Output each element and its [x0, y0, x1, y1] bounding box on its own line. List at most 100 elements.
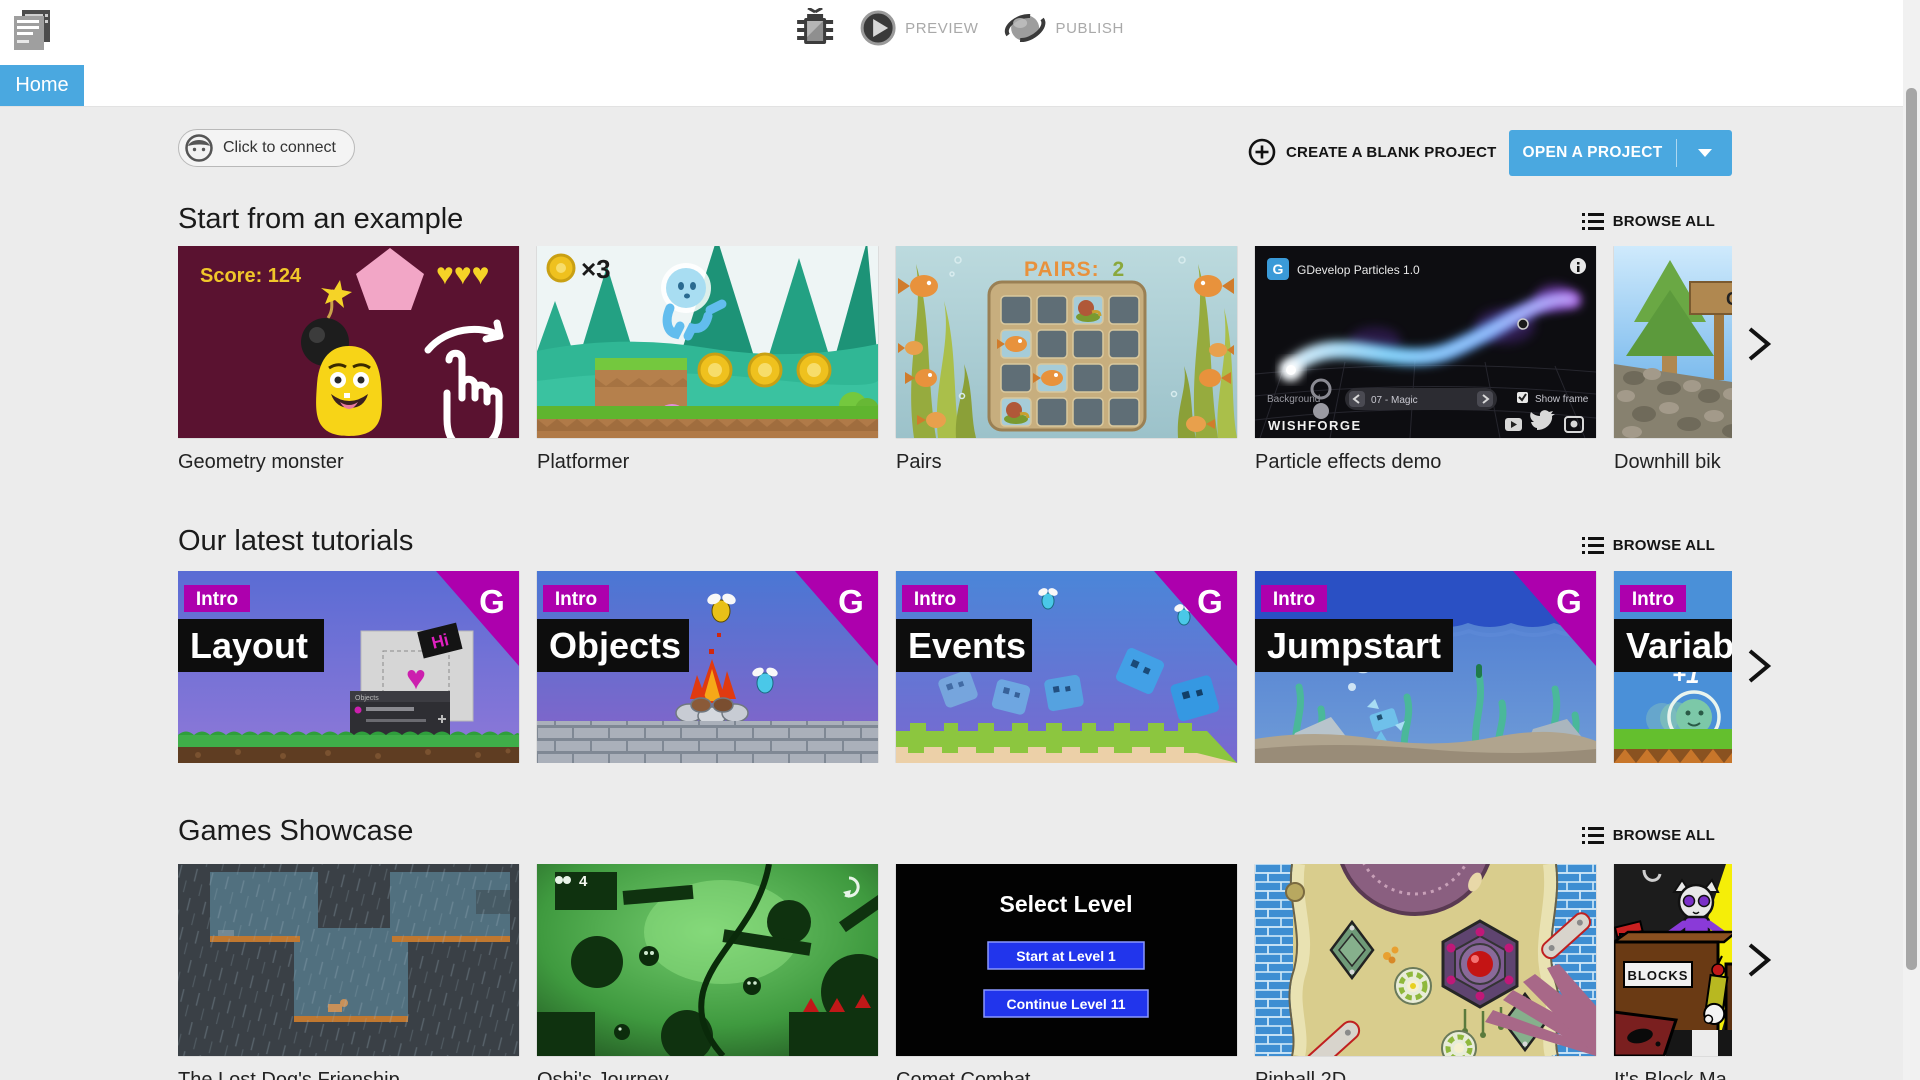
example-card-particle-effects[interactable]: G GDevelop Particles 1.0 Background 07 -…: [1255, 246, 1596, 478]
tutorial-topic: Variab: [1626, 625, 1732, 666]
example-card-downhill-bike[interactable]: G Downhill bik: [1614, 246, 1732, 478]
debug-icon[interactable]: [796, 8, 834, 48]
tutorials-browse-all[interactable]: BROWSE ALL: [1581, 531, 1715, 559]
showcase-browse-all[interactable]: BROWSE ALL: [1581, 821, 1715, 849]
gdevelop-logo-icon: G: [1556, 583, 1582, 620]
tutorial-card-variables[interactable]: +1 Intro Variab: [1614, 571, 1732, 763]
continue-level-button[interactable]: Continue Level 11: [983, 989, 1149, 1018]
vertical-scrollbar-thumb[interactable]: [1906, 88, 1917, 970]
gdevelop-logo-icon: G: [479, 583, 505, 620]
card-thumbnail: ♥ Hi Objects G Intro Layout: [178, 571, 519, 763]
card-thumbnail: +1 Intro Variab: [1614, 571, 1732, 763]
pairs-hud-label: PAIRS:: [1024, 258, 1100, 281]
card-title: Oshi's Journey: [537, 1069, 669, 1080]
tutorials-next-arrow-icon[interactable]: [1742, 647, 1776, 685]
example-card-pairs[interactable]: PAIRS: 2 Pairs: [896, 246, 1237, 478]
select-level-title: Select Level: [1000, 891, 1133, 917]
card-thumbnail: Score: 124 ♥♥♥: [178, 246, 519, 438]
intro-badge: Intro: [555, 589, 597, 610]
showcase-card-lost-dog[interactable]: The Lost Dog's Frienship: [178, 864, 519, 1080]
jumpstart-tutorial-art: G Intro Jumpstart: [1255, 571, 1596, 763]
tab-home-label: Home: [15, 74, 69, 96]
home-content: Click to connect CREATE A BLANK PROJECT …: [0, 107, 1903, 1080]
objects-panel: Objects: [355, 695, 379, 702]
gdevelop-logo-icon: G: [1197, 583, 1223, 620]
gdevelop-logo-icon: G: [838, 583, 864, 620]
bumper: [1441, 1030, 1477, 1056]
tutorial-card-layout[interactable]: ♥ Hi Objects G Intro Layout: [178, 571, 519, 763]
score-text: Score: 124: [200, 265, 302, 287]
project-manager-icon[interactable]: [12, 8, 52, 50]
examples-section-title: Start from an example: [178, 203, 464, 235]
vertical-scrollbar-track[interactable]: [1903, 0, 1920, 1080]
info-icon[interactable]: [1570, 258, 1586, 274]
list-icon: [1581, 536, 1604, 554]
browse-all-label: BROWSE ALL: [1612, 212, 1715, 230]
open-project-dropdown[interactable]: [1677, 130, 1732, 176]
start-level-button[interactable]: Start at Level 1: [987, 941, 1145, 970]
card-title: The Lost Dog's Frienship: [178, 1069, 400, 1080]
pairs-hud-value: 2: [1112, 258, 1125, 281]
run-tools: PREVIEW PUBLISH: [796, 0, 1124, 56]
downhill-bike-art: G: [1614, 246, 1732, 438]
showcase-card-comet-combat[interactable]: Select Level Start at Level 1 Continue L…: [896, 864, 1237, 1080]
card-thumbnail: G GDevelop Particles 1.0 Background 07 -…: [1255, 246, 1596, 438]
open-project-button[interactable]: OPEN A PROJECT: [1509, 130, 1732, 176]
studio-logo: WISHFORGE: [1268, 418, 1362, 433]
showcase-card-oshi[interactable]: 4 Oshi's Journey: [537, 864, 878, 1080]
tab-home[interactable]: Home: [0, 65, 84, 106]
example-card-geometry-monster[interactable]: Score: 124 ♥♥♥ Geometry monster: [178, 246, 519, 478]
showcase-card-blocks[interactable]: BLOCKS It's Block Ma: [1614, 864, 1732, 1080]
drawer-label: BLOCKS: [1628, 968, 1689, 983]
preset-selector[interactable]: [1345, 388, 1497, 410]
card-thumbnail: [178, 864, 519, 1056]
card-title: Downhill bik: [1614, 451, 1721, 473]
svg-text:Start at Level 1: Start at Level 1: [1016, 948, 1116, 964]
tutorial-card-objects[interactable]: G Intro Objects: [537, 571, 878, 763]
card-title: Particle effects demo: [1255, 451, 1442, 473]
background-toggle-dark[interactable]: [1313, 403, 1329, 419]
tutorial-topic: Events: [908, 625, 1026, 666]
card-thumbnail: Select Level Start at Level 1 Continue L…: [896, 864, 1237, 1056]
tutorials-section-title: Our latest tutorials: [178, 525, 414, 557]
connect-button[interactable]: Click to connect: [178, 129, 355, 167]
plus-circle-icon: [1248, 138, 1276, 166]
events-tutorial-art: G Intro Events: [896, 571, 1237, 763]
objects-tutorial-art: G Intro Objects: [537, 571, 878, 763]
show-frame-checkbox[interactable]: [1517, 392, 1528, 403]
card-title: Comet Combat: [896, 1069, 1031, 1080]
intro-badge: Intro: [196, 589, 238, 610]
browse-all-label: BROWSE ALL: [1612, 536, 1715, 554]
tutorial-card-jumpstart[interactable]: G Intro Jumpstart: [1255, 571, 1596, 763]
background-label: Background: [1267, 394, 1320, 405]
tutorial-card-events[interactable]: G Intro Events: [896, 571, 1237, 763]
examples-carousel: Score: 124 ♥♥♥ Geometry monster ×3 Platf…: [178, 246, 1732, 478]
hearts-icon: ♥♥♥: [436, 258, 489, 291]
preview-tool[interactable]: PREVIEW: [860, 10, 978, 46]
card-title: Platformer: [537, 451, 630, 473]
publish-tool[interactable]: PUBLISH: [1005, 9, 1124, 47]
gdevelop-logo-letter: G: [1273, 261, 1284, 277]
geometry-monster-art: Score: 124 ♥♥♥: [178, 246, 519, 438]
card-thumbnail: G Intro Objects: [537, 571, 878, 763]
layout-tutorial-art: ♥ Hi Objects G Intro Layout: [178, 571, 519, 763]
youtube-icon[interactable]: [1505, 418, 1522, 431]
preset-name: 07 - Magic: [1371, 395, 1418, 406]
tutorials-carousel: ♥ Hi Objects G Intro Layout G Intro Obje…: [178, 571, 1732, 763]
showcase-next-arrow-icon[interactable]: [1742, 941, 1776, 979]
example-card-platformer[interactable]: ×3 Platformer: [537, 246, 878, 478]
coin-count-text: ×3: [581, 254, 611, 284]
tutorial-topic: Jumpstart: [1267, 625, 1441, 666]
showcase-card-pinball[interactable]: Pinball 2D: [1255, 864, 1596, 1080]
examples-next-arrow-icon[interactable]: [1742, 325, 1776, 363]
gdevelop-home-window: PREVIEW PUBLISH Home Click to connect CR…: [0, 0, 1920, 1080]
tutorial-topic: Objects: [549, 625, 681, 666]
create-blank-project-button[interactable]: CREATE A BLANK PROJECT: [1248, 137, 1497, 167]
list-icon: [1581, 212, 1604, 230]
particles-art: G GDevelop Particles 1.0 Background 07 -…: [1255, 246, 1596, 438]
examples-browse-all[interactable]: BROWSE ALL: [1581, 207, 1715, 235]
card-title: Pinball 2D: [1255, 1069, 1347, 1080]
planet-icon: [1005, 13, 1046, 42]
pinball-art: [1255, 864, 1596, 1056]
showcase-section-title: Games Showcase: [178, 815, 414, 847]
